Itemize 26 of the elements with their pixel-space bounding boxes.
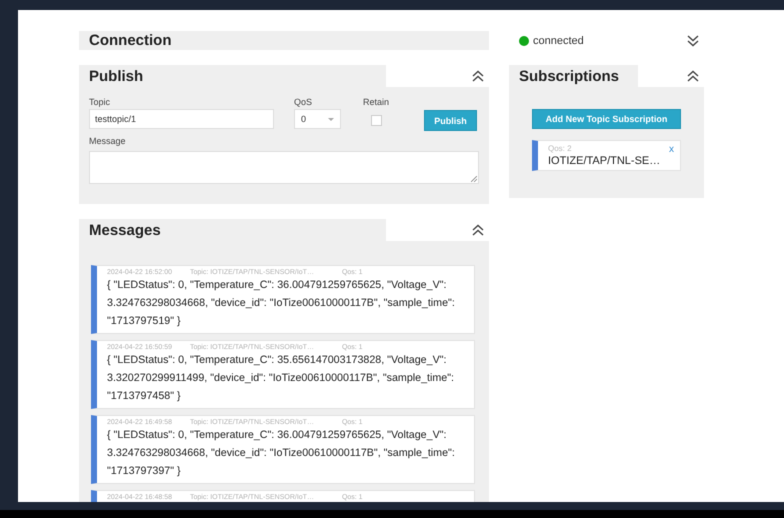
retain-label: Retain [363,97,390,107]
subscription-qos: Qos: 2 [548,144,572,155]
message-field[interactable] [89,151,479,184]
topic-label: Topic [89,97,112,107]
subscription-topic: IOTIZE/TAP/TNL-SE… [548,155,662,167]
connection-header[interactable]: Connection [79,31,489,50]
subscriptions-title: Subscriptions [519,68,620,84]
remove-subscription-button[interactable]: x [669,144,674,155]
message-label: Message [89,136,126,146]
expand-icon[interactable] [686,34,700,46]
subscription-card[interactable]: Qos: 2 x IOTIZE/TAP/TNL-SE… [532,140,681,171]
collapse-icon[interactable] [686,70,700,82]
qos-dropdown[interactable]: 0 [294,109,341,129]
messages-title: Messages [89,222,161,238]
message-payload: { "LEDStatus": 0, "Temperature_C": 35.656147003173828, "Voltage_V": 3.320270299911499, "device_id": "IoTize00610000117B", "sample_time": "1713797458" } [107,353,455,404]
qos-label: QoS [294,97,314,107]
connection-status: connected [533,34,584,46]
collapse-icon[interactable] [471,70,485,82]
message-payload: { "LEDStatus": 0, "Temperature_C": 36.004791259765625, "Voltage_V": 3.324763298034668, "device_id": "IoTize00610000117B", "sample_time": "1713797519" } [107,278,456,329]
connection-title: Connection [89,32,172,49]
resize-grip-icon[interactable] [471,176,477,182]
message-payload: { "LEDStatus": 0, "Temperature_C": 36.004791259765625, "Voltage_V": 3.324763298034668, "device_id": "IoTize00610000117B", "sample_time": "1713797397" } [107,428,456,479]
retain-checkbox[interactable] [371,115,382,126]
topic-field[interactable]: testtopic/1 [89,109,274,129]
collapse-icon[interactable] [471,224,485,236]
publish-title: Publish [89,68,144,84]
